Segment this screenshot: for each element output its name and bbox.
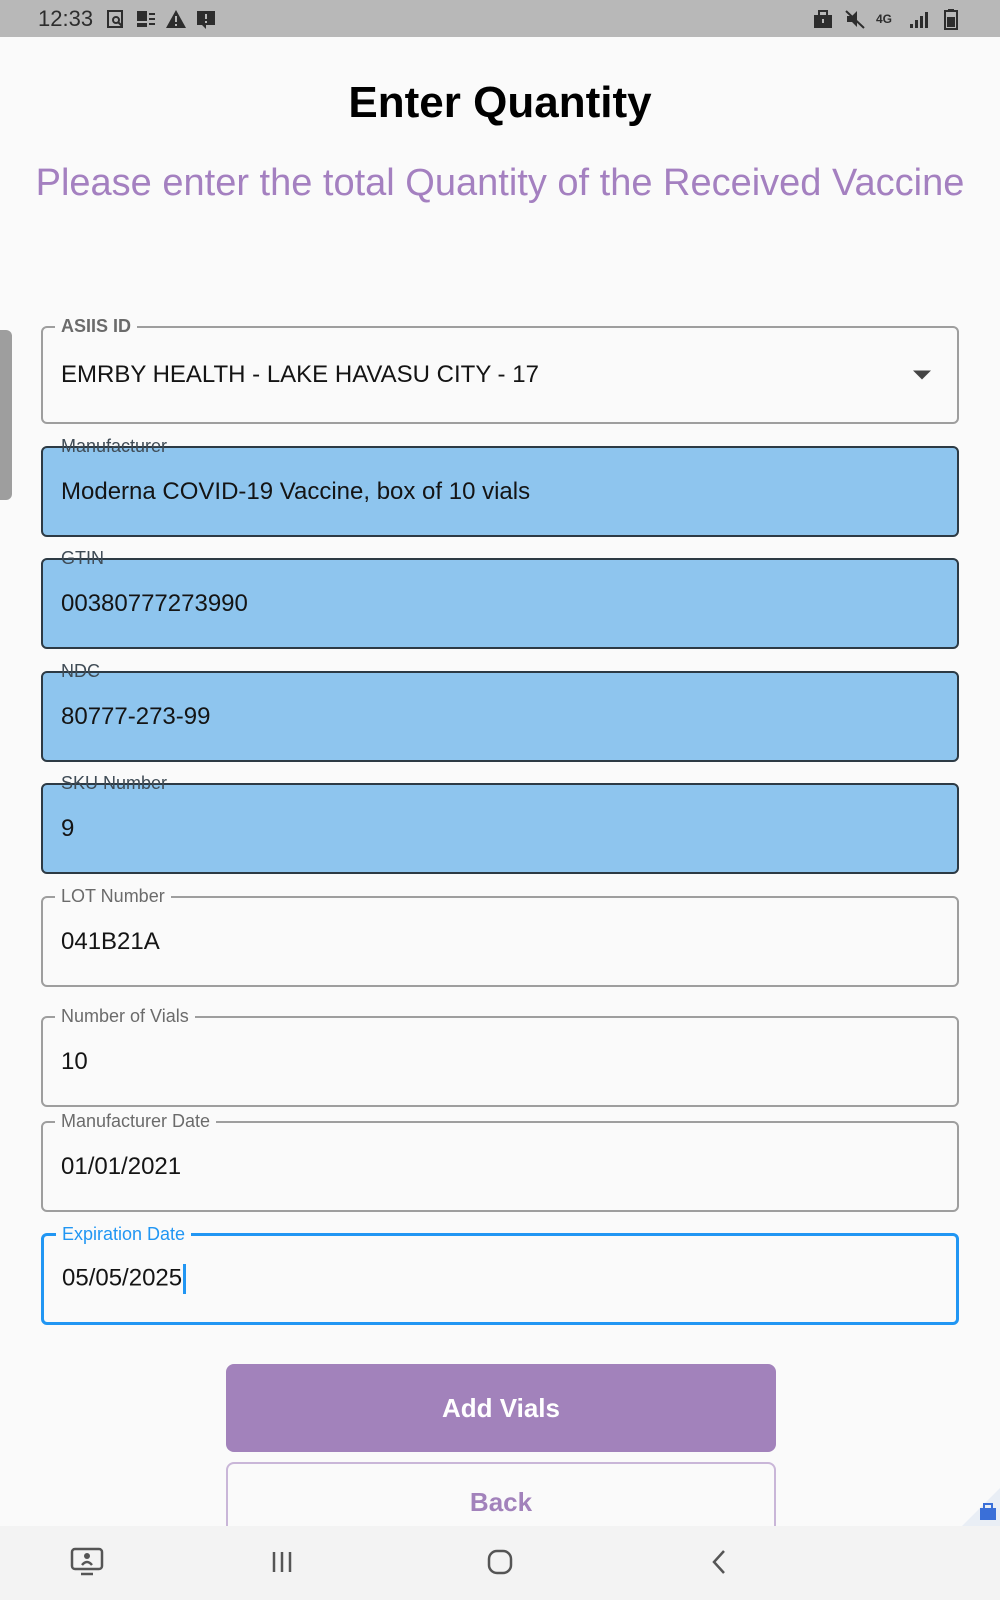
page-title: Enter Quantity [348,78,652,127]
dropdown-arrow-icon[interactable] [913,370,931,380]
text-caret [183,1264,187,1294]
alert-image-icon [195,8,217,30]
screen-share-icon[interactable] [67,1542,107,1582]
gtin-field[interactable]: GTIN 00380777273990 [41,548,959,649]
recent-apps-icon[interactable] [262,1542,302,1582]
manufacturer-date-value: 01/01/2021 [61,1152,182,1180]
expiration-date-label: Expiration Date [56,1222,192,1246]
gtin-label: GTIN [61,548,104,568]
4g-lte-icon: 4G [876,11,893,26]
signal-icon [908,8,930,30]
navigation-bar [0,1526,1000,1600]
expiration-date-value: 05/05/2025 [62,1264,183,1292]
status-bar: 12:33 4G [0,0,1000,37]
contact-card-icon [135,8,157,30]
sku-field[interactable]: SKU Number 9 [41,773,959,874]
expiration-date-input[interactable]: 05/05/2025 [62,1264,187,1294]
work-profile-badge-icon [960,1488,1000,1528]
lot-number-label: LOT Number [55,884,171,908]
battery-icon [940,8,962,30]
gtin-value: 00380777273990 [61,589,248,617]
mute-icon [844,8,866,30]
status-time: 12:33 [38,5,94,31]
status-right-icons: 4G [812,8,962,30]
home-icon[interactable] [480,1542,520,1582]
ndc-value: 80777-273-99 [61,702,211,730]
manufacturer-value: Moderna COVID-19 Vaccine, box of 10 vial… [61,477,531,505]
asiis-id-dropdown[interactable]: ASIIS ID EMRBY HEALTH - LAKE HAVASU CITY… [41,314,959,424]
asiis-id-value: EMRBY HEALTH - LAKE HAVASU CITY - 17 [61,361,539,388]
sku-label: SKU Number [61,773,168,793]
manufacturer-field[interactable]: Manufacturer Moderna COVID-19 Vaccine, b… [41,436,959,537]
ndc-field[interactable]: NDC 80777-273-99 [41,661,959,762]
ndc-label: NDC [61,661,100,681]
scrollbar[interactable] [0,330,12,500]
asiis-id-label: ASIIS ID [55,314,138,338]
lot-number-value: 041B21A [61,927,160,955]
add-vials-button[interactable]: Add Vials [226,1364,776,1452]
number-of-vials-value: 10 [61,1047,88,1075]
back-arrow-icon[interactable] [700,1542,740,1582]
page-subtitle: Please enter the total Quantity of the R… [35,162,965,204]
number-of-vials-label: Number of Vials [55,1004,195,1028]
status-left-icons [105,8,217,30]
manufacturer-date-label: Manufacturer Date [55,1109,217,1133]
number-of-vials-field[interactable]: Number of Vials 10 [41,1004,959,1107]
briefcase-icon [812,8,834,30]
manufacturer-label: Manufacturer [61,436,168,456]
sku-value: 9 [61,814,75,842]
expiration-date-field[interactable]: Expiration Date 05/05/2025 [41,1222,959,1325]
manufacturer-date-field[interactable]: Manufacturer Date 01/01/2021 [41,1109,959,1212]
warning-icon [165,8,187,30]
screenshot-icon [105,8,127,30]
lot-number-field[interactable]: LOT Number 041B21A [41,884,959,987]
